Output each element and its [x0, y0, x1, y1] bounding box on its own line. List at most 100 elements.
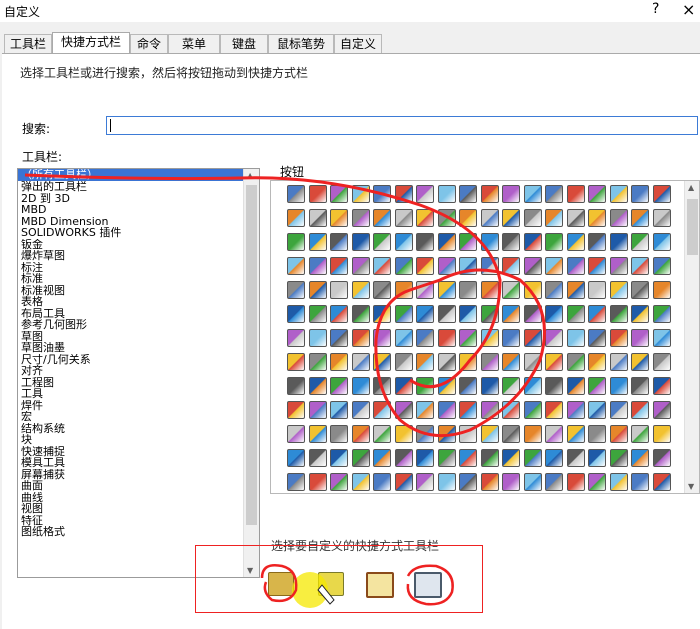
scroll-down-icon[interactable]: ▼ — [688, 482, 694, 491]
toolbar-button-icon[interactable] — [394, 257, 413, 275]
toolbar-button-icon[interactable] — [330, 305, 348, 323]
toolbar-button-icon[interactable] — [566, 473, 585, 491]
toolbar-list-item[interactable]: 工具 — [18, 388, 244, 400]
toolbar-list-item[interactable]: 图纸格式 — [18, 526, 244, 538]
toolbar-button-icon[interactable] — [652, 401, 671, 419]
toolbar-button-icon[interactable] — [588, 377, 606, 395]
toolbar-button-icon[interactable] — [416, 281, 434, 299]
toolbar-list-item[interactable]: 尺寸/几何关系 — [18, 354, 244, 366]
toolbar-button-icon[interactable] — [652, 305, 671, 323]
toolbar-button-icon[interactable] — [545, 185, 563, 203]
toolbar-button-icon[interactable] — [459, 425, 477, 443]
toolbar-button-icon[interactable] — [588, 473, 606, 491]
toolbar-button-icon[interactable] — [416, 377, 434, 395]
toolbar-button-icon[interactable] — [502, 329, 520, 347]
toolbar-button-icon[interactable] — [502, 401, 520, 419]
toolbar-button-icon[interactable] — [545, 353, 563, 371]
toolbar-button-icon[interactable] — [287, 377, 305, 395]
toolbar-button-icon[interactable] — [437, 473, 456, 491]
toolbar-button-icon[interactable] — [609, 257, 628, 275]
toolbar-button-icon[interactable] — [330, 185, 348, 203]
toolbar-button-icon[interactable] — [394, 305, 413, 323]
toolbar-button-icon[interactable] — [351, 425, 370, 443]
toolbar-button-icon[interactable] — [480, 281, 499, 299]
toolbar-button-icon[interactable] — [330, 401, 348, 419]
toolbar-button-icon[interactable] — [523, 425, 542, 443]
toolbar-button-icon[interactable] — [566, 353, 585, 371]
toolbar-button-icon[interactable] — [351, 305, 370, 323]
toolbar-list-item[interactable]: MBD Dimension — [18, 216, 244, 228]
toolbar-list-item[interactable]: MBD — [18, 204, 244, 216]
toolbar-button-icon[interactable] — [459, 449, 477, 467]
toolbar-button-icon[interactable] — [652, 473, 671, 491]
toolbar-list-item[interactable]: 结构系统 — [18, 423, 244, 435]
toolbar-list-item[interactable]: 对齐 — [18, 365, 244, 377]
toolbar-button-icon[interactable] — [631, 473, 649, 491]
toolbar-button-icon[interactable] — [394, 449, 413, 467]
toolbar-button-icon[interactable] — [631, 257, 649, 275]
toolbar-button-icon[interactable] — [287, 257, 305, 275]
tab-menus[interactable]: 菜单 — [168, 34, 220, 53]
toolbar-list-item[interactable]: 表格 — [18, 296, 244, 308]
toolbar-button-icon[interactable] — [416, 185, 434, 203]
toolbar-button-icon[interactable] — [330, 425, 348, 443]
toolbar-button-icon[interactable] — [631, 425, 649, 443]
toolbar-button-icon[interactable] — [459, 305, 477, 323]
toolbar-button-icon[interactable] — [330, 281, 348, 299]
toolbar-list-item[interactable]: 草图油墨 — [18, 342, 244, 354]
toolbar-button-icon[interactable] — [287, 401, 305, 419]
toolbar-button-icon[interactable] — [287, 353, 305, 371]
toolbar-button-icon[interactable] — [373, 449, 391, 467]
toolbar-button-icon[interactable] — [566, 401, 585, 419]
toolbar-button-icon[interactable] — [373, 233, 391, 251]
toolbar-button-icon[interactable] — [308, 233, 327, 251]
toolbar-button-icon[interactable] — [523, 401, 542, 419]
toolbar-list-item[interactable]: 标准视图 — [18, 285, 244, 297]
buttons-scrollbar[interactable]: ▲ ▼ — [684, 181, 699, 493]
toolbar-button-icon[interactable] — [545, 233, 563, 251]
toolbar-button-icon[interactable] — [351, 233, 370, 251]
toolbar-button-icon[interactable] — [566, 185, 585, 203]
toolbar-button-icon[interactable] — [588, 449, 606, 467]
toolbar-button-icon[interactable] — [416, 401, 434, 419]
toolbar-button-icon[interactable] — [330, 209, 348, 227]
toolbar-button-icon[interactable] — [330, 257, 348, 275]
toolbar-button-icon[interactable] — [523, 353, 542, 371]
toolbar-button-icon[interactable] — [588, 281, 606, 299]
toolbar-list-item[interactable]: 快速捕捉 — [18, 446, 244, 458]
toolbar-button-icon[interactable] — [416, 305, 434, 323]
toolbar-button-icon[interactable] — [545, 449, 563, 467]
toolbar-button-icon[interactable] — [373, 257, 391, 275]
toolbar-button-icon[interactable] — [523, 473, 542, 491]
toolbar-button-icon[interactable] — [566, 281, 585, 299]
toolbar-button-icon[interactable] — [480, 449, 499, 467]
toolbar-button-icon[interactable] — [351, 353, 370, 371]
toolbar-button-icon[interactable] — [394, 281, 413, 299]
toolbar-button-icon[interactable] — [330, 449, 348, 467]
toolbar-button-icon[interactable] — [437, 233, 456, 251]
toolbar-button-icon[interactable] — [459, 377, 477, 395]
toolbar-button-icon[interactable] — [502, 425, 520, 443]
toolbar-button-icon[interactable] — [373, 401, 391, 419]
toolbar-button-icon[interactable] — [437, 329, 456, 347]
toolbar-list-item[interactable]: 爆炸草图 — [18, 250, 244, 262]
toolbar-button-icon[interactable] — [437, 353, 456, 371]
toolbar-list-item[interactable]: 焊件 — [18, 400, 244, 412]
toolbar-button-icon[interactable] — [652, 449, 671, 467]
toolbar-button-icon[interactable] — [351, 209, 370, 227]
toolbar-button-icon[interactable] — [373, 377, 391, 395]
toolbar-button-icon[interactable] — [459, 281, 477, 299]
toolbar-button-icon[interactable] — [609, 473, 628, 491]
toolbar-button-icon[interactable] — [545, 209, 563, 227]
toolbar-list-item[interactable]: 参考几何图形 — [18, 319, 244, 331]
toolbar-list-item[interactable]: 特征 — [18, 515, 244, 527]
scroll-up-icon[interactable]: ▲ — [688, 183, 694, 192]
toolbar-button-icon[interactable] — [308, 257, 327, 275]
toolbar-button-icon[interactable] — [330, 233, 348, 251]
toolbar-button-icon[interactable] — [480, 209, 499, 227]
toolbar-button-icon[interactable] — [416, 473, 434, 491]
toolbar-button-icon[interactable] — [480, 257, 499, 275]
toolbar-button-icon[interactable] — [330, 329, 348, 347]
toolbar-button-icon[interactable] — [416, 353, 434, 371]
toolbar-button-icon[interactable] — [652, 329, 671, 347]
